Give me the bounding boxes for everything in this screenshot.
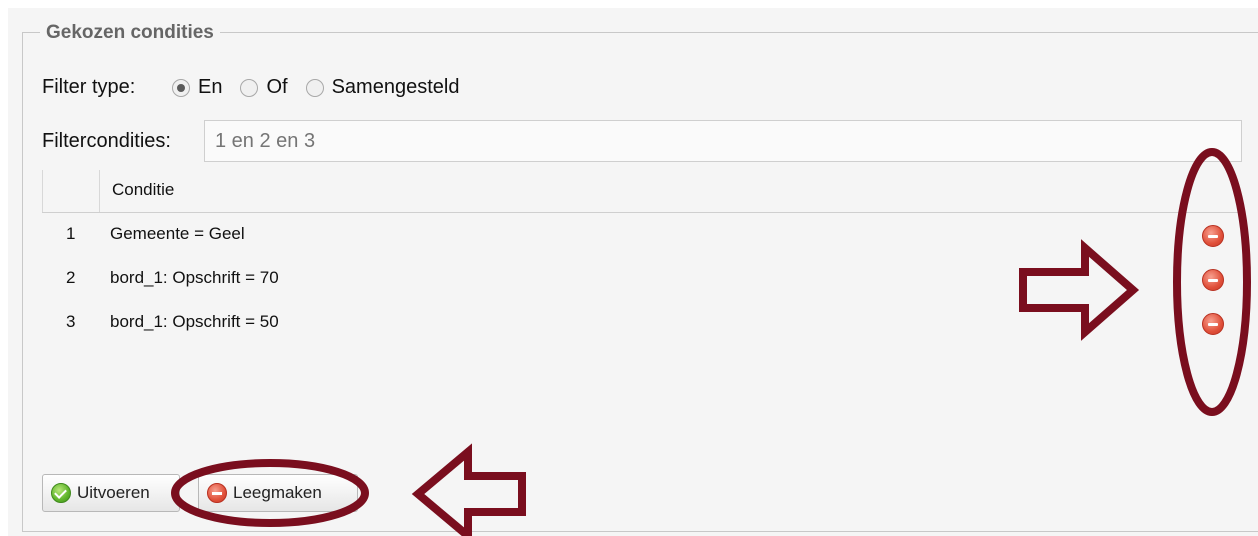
execute-button-label: Uitvoeren <box>77 483 150 502</box>
remove-condition-3-icon[interactable] <box>1202 313 1224 335</box>
remove-icon <box>207 483 227 503</box>
grid-header-condition[interactable]: Conditie <box>112 180 174 200</box>
radio-of-label: Of <box>266 76 288 98</box>
row-number: 2 <box>66 268 76 287</box>
radio-option-of[interactable]: Of <box>240 76 288 99</box>
radio-en[interactable] <box>172 78 190 97</box>
radio-option-en[interactable]: En <box>172 76 222 99</box>
radio-of[interactable] <box>240 78 259 97</box>
row-condition: bord_1: Opschrift = 50 <box>110 312 279 331</box>
fieldset-legend: Gekozen condities <box>40 22 220 44</box>
grid-header: Conditie <box>42 170 1242 213</box>
filter-conditions-label: Filtercondities: <box>42 130 171 152</box>
row-condition: Gemeente = Geel <box>110 224 245 243</box>
radio-samengesteld[interactable] <box>305 78 324 97</box>
table-row[interactable]: 2 bord_1: Opschrift = 70 <box>42 258 1242 298</box>
check-icon <box>51 483 71 503</box>
table-row[interactable]: 1 Gemeente = Geel <box>42 214 1242 254</box>
row-condition: bord_1: Opschrift = 70 <box>110 268 279 287</box>
clear-button-label: Leegmaken <box>233 483 322 502</box>
execute-button[interactable]: Uitvoeren <box>42 474 180 512</box>
table-row[interactable]: 3 bord_1: Opschrift = 50 <box>42 302 1242 342</box>
filter-type-label: Filter type: <box>42 76 136 98</box>
radio-en-label: En <box>198 76 223 98</box>
row-number: 3 <box>66 312 76 331</box>
grid-header-number-column <box>42 170 100 212</box>
row-number: 1 <box>66 224 76 243</box>
clear-button[interactable]: Leegmaken <box>198 474 358 512</box>
remove-condition-2-icon[interactable] <box>1202 269 1224 291</box>
radio-samengesteld-label: Samengesteld <box>331 76 460 98</box>
remove-condition-1-icon[interactable] <box>1202 225 1224 247</box>
radio-option-samengesteld[interactable]: Samengesteld <box>305 76 460 99</box>
filter-conditions-input[interactable] <box>204 120 1242 162</box>
filter-type-radio-group: En Of Samengesteld <box>172 76 477 99</box>
